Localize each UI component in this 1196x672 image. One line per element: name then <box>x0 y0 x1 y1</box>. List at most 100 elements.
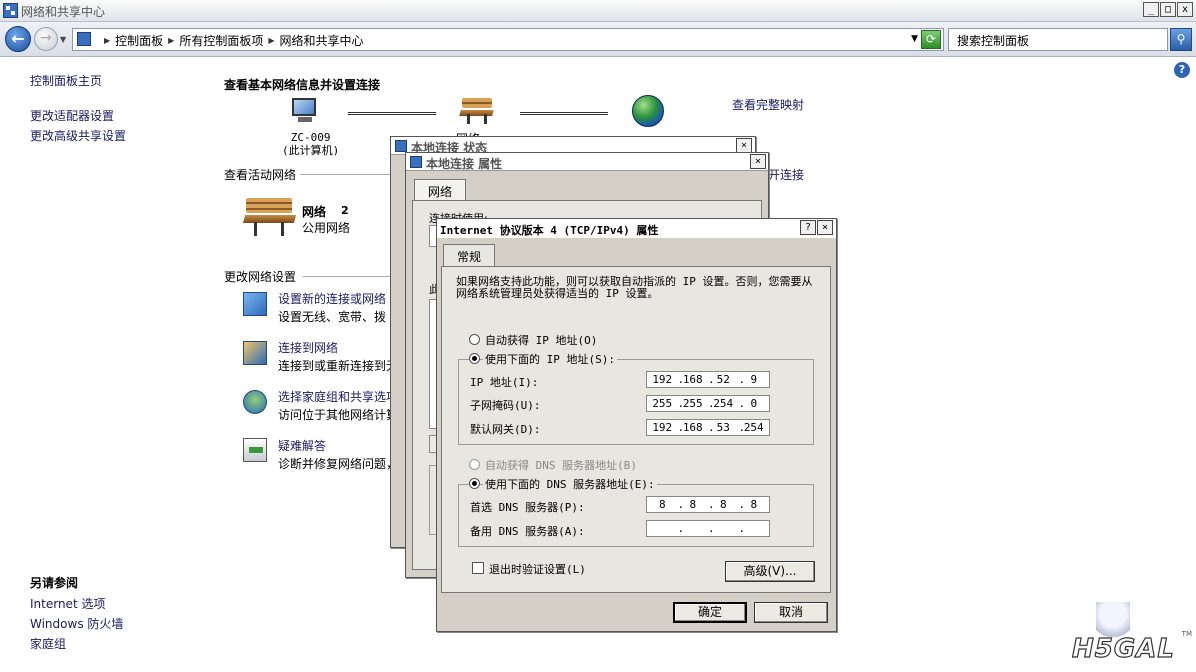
history-dropdown-icon[interactable]: ▼ <box>60 35 66 44</box>
ip-address-field[interactable]: 192. 168. 52. 9 <box>646 371 770 388</box>
address-box[interactable]: ▶ 控制面板 ▶ 所有控制面板项 ▶ 网络和共享中心 ▼ ⟳ <box>72 28 944 51</box>
alternate-dns-field[interactable]: . . . <box>646 520 770 537</box>
octet: 9 <box>750 373 758 386</box>
ok-button[interactable]: 确定 <box>673 602 747 623</box>
troubleshoot-desc: 诊断并修复网络问题， <box>278 457 399 471</box>
network-center-icon <box>3 3 18 18</box>
homegroup-sharing-link[interactable]: 选择家庭组和共享选项 <box>278 388 398 405</box>
validate-on-exit-label[interactable]: 退出时验证设置(L) <box>489 561 586 577</box>
refresh-icon[interactable]: ⟳ <box>921 30 941 49</box>
view-full-map-link[interactable]: 查看完整映射 <box>732 96 804 113</box>
network-adapter-icon <box>395 140 407 152</box>
page-title: 查看基本网络信息并设置连接 <box>224 78 381 92</box>
close-button[interactable]: × <box>750 154 766 169</box>
trademark-mark: TM <box>1181 630 1192 638</box>
close-button[interactable]: × <box>817 220 833 235</box>
address-dropdown-icon[interactable]: ▼ <box>911 34 918 44</box>
manual-ip-label[interactable]: 使用下面的 IP 地址(S): <box>483 351 617 367</box>
active-networks-title: 查看活动网络 <box>224 168 297 182</box>
chevron-right-icon[interactable]: ▶ <box>268 36 274 45</box>
troubleshoot-icon <box>243 438 267 462</box>
change-sharing-settings-link[interactable]: 更改高级共享设置 <box>30 127 126 144</box>
crumb-network-center[interactable]: 网络和共享中心 <box>280 32 364 49</box>
dialog-description: 如果网络支持此功能，则可以获取自动指派的 IP 设置。否则，您需要从网络系统管理… <box>456 275 813 300</box>
octet: 53 <box>716 421 730 434</box>
tab-general[interactable]: 常规 <box>443 244 495 267</box>
section-divider <box>300 174 390 175</box>
chevron-right-icon[interactable]: ▶ <box>104 36 110 45</box>
default-gateway-field[interactable]: 192. 168. 53. 254 <box>646 419 770 436</box>
this-computer-text: (此计算机) <box>282 144 340 157</box>
subnet-mask-label: 子网掩码(U): <box>470 399 541 412</box>
connect-to-network-desc: 连接到或重新连接到无 <box>278 359 399 373</box>
auto-ip-label[interactable]: 自动获得 IP 地址(O) <box>485 332 597 348</box>
change-adapter-settings-link[interactable]: 更改适配器设置 <box>30 107 114 124</box>
back-arrow-icon[interactable]: ← <box>5 26 31 52</box>
octet: 254 <box>743 421 764 434</box>
octet: 255 <box>682 397 703 410</box>
minimize-button[interactable]: _ <box>1143 2 1159 17</box>
crumb-control-panel[interactable]: 控制面板 <box>115 32 163 49</box>
control-panel-icon <box>77 32 91 46</box>
connection-line <box>520 112 608 115</box>
network-number: 2 <box>341 204 349 217</box>
connect-or-disconnect-link[interactable]: 开连接 <box>768 166 804 183</box>
address-toolbar: ← → ▼ ▶ 控制面板 ▶ 所有控制面板项 ▶ 网络和共享中心 ▼ ⟳ 搜索控… <box>0 22 1196 57</box>
help-button[interactable]: ? <box>800 220 816 235</box>
connect-network-icon <box>243 341 267 365</box>
close-button[interactable]: x <box>1177 2 1193 17</box>
windows-firewall-link[interactable]: Windows 防火墙 <box>30 615 123 632</box>
network-adapter-icon <box>410 156 422 168</box>
window-title: 网络和共享中心 <box>21 5 106 19</box>
site-watermark: H5GAL TM <box>1066 600 1192 670</box>
forward-arrow-icon[interactable]: → <box>34 27 58 51</box>
octet: 254 <box>713 397 734 410</box>
search-input[interactable]: 搜索控制面板 <box>948 28 1168 51</box>
network-bench-icon <box>459 98 494 124</box>
network-type-link[interactable]: 公用网络 <box>302 219 350 236</box>
dialog-title: 本地连接 属性 <box>426 157 503 171</box>
manual-dns-radio[interactable] <box>469 478 480 489</box>
control-panel-home-link[interactable]: 控制面板主页 <box>30 72 102 89</box>
crumb-all-items[interactable]: 所有控制面板项 <box>179 32 263 49</box>
octet: 52 <box>716 373 730 386</box>
manual-dns-label[interactable]: 使用下面的 DNS 服务器地址(E): <box>483 476 657 492</box>
search-icon[interactable]: ⚲ <box>1170 28 1192 51</box>
validate-on-exit-checkbox[interactable] <box>472 562 484 574</box>
computer-name: ZC-009 <box>290 131 331 144</box>
internet-options-link[interactable]: Internet 选项 <box>30 595 105 612</box>
cancel-button[interactable]: 取消 <box>754 602 828 623</box>
chevron-right-icon[interactable]: ▶ <box>168 36 174 45</box>
close-button[interactable]: × <box>736 138 752 153</box>
network-name: 网络 <box>302 205 327 219</box>
preferred-dns-field[interactable]: 8. 8. 8. 8 <box>646 496 770 513</box>
network-bench-icon <box>242 198 296 236</box>
octet: 8 <box>658 498 666 511</box>
octet: 8 <box>750 498 758 511</box>
octet: 192 <box>652 421 673 434</box>
see-also-title: 另请参阅 <box>30 576 79 590</box>
advanced-button[interactable]: 高级(V)... <box>725 561 815 582</box>
connect-to-network-link[interactable]: 连接到网络 <box>278 339 338 356</box>
dialog-title: Internet 协议版本 4 (TCP/IPv4) 属性 <box>440 224 659 237</box>
watermark-text: H5GAL <box>1071 633 1175 664</box>
auto-dns-label[interactable]: 自动获得 DNS 服务器地址(B) <box>485 457 637 473</box>
homegroup-sharing-desc: 访问位于其他网络计算 <box>278 408 399 422</box>
tab-network[interactable]: 网络 <box>414 179 466 201</box>
preferred-dns-label: 首选 DNS 服务器(P): <box>470 501 585 514</box>
octet: 255 <box>652 397 673 410</box>
auto-ip-radio[interactable] <box>469 334 480 345</box>
auto-dns-radio[interactable] <box>469 459 480 470</box>
dialog-titlebar: Internet 协议版本 4 (TCP/IPv4) 属性 <box>437 219 836 238</box>
octet: 168 <box>682 373 703 386</box>
help-icon[interactable]: ? <box>1174 62 1190 78</box>
subnet-mask-field[interactable]: 255. 255. 254. 0 <box>646 395 770 412</box>
homegroup-link[interactable]: 家庭组 <box>30 635 66 652</box>
setup-connection-link[interactable]: 设置新的连接或网络 <box>278 290 386 307</box>
manual-ip-radio[interactable] <box>469 353 480 364</box>
internet-globe-icon <box>632 95 664 127</box>
window-titlebar: 网络和共享中心 _ □ x <box>0 0 1196 22</box>
troubleshoot-link[interactable]: 疑难解答 <box>278 437 326 454</box>
setup-connection-desc: 设置无线、宽带、拨 <box>278 310 387 324</box>
maximize-button[interactable]: □ <box>1160 2 1176 17</box>
